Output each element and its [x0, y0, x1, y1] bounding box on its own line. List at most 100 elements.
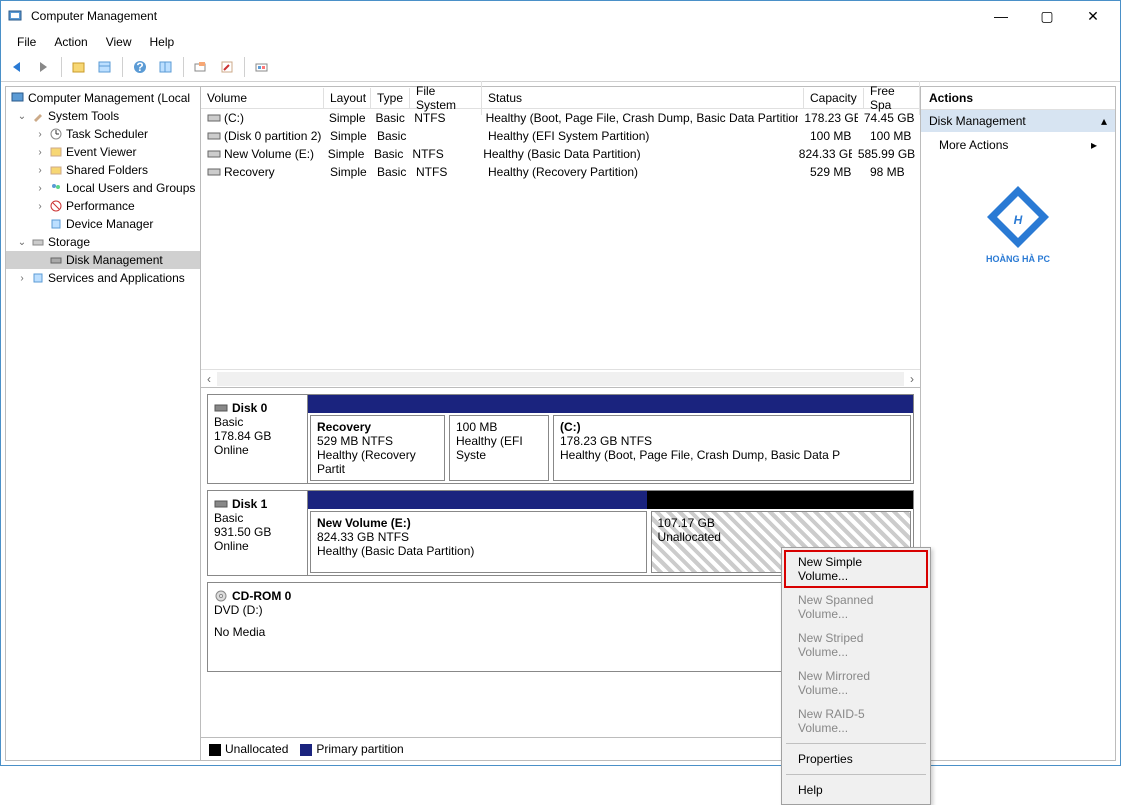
tree-disk-management[interactable]: Disk Management [6, 251, 200, 269]
ctx-new-mirrored-volume[interactable]: New Mirrored Volume... [784, 664, 928, 702]
tree-task-scheduler[interactable]: ›Task Scheduler [6, 125, 200, 143]
cell-value: Simple [324, 128, 371, 144]
table-header: Volume Layout Type File System Status Ca… [201, 87, 920, 109]
expand-icon[interactable]: › [34, 165, 46, 176]
tree-local-users[interactable]: ›Local Users and Groups [6, 179, 200, 197]
collapse-icon[interactable]: ⌄ [16, 111, 28, 122]
disk-name: Disk 0 [232, 401, 267, 415]
disk-name: CD-ROM 0 [232, 589, 291, 603]
scroll-right-icon[interactable]: › [904, 372, 920, 386]
cell-value [410, 135, 482, 137]
menu-help[interactable]: Help [142, 33, 183, 51]
legend-unallocated: Unallocated [209, 742, 288, 756]
cell-value: Basic [371, 128, 410, 144]
app-icon [7, 8, 23, 24]
more-actions[interactable]: More Actions ▸ [921, 132, 1115, 158]
part-size: 824.33 GB NTFS [317, 530, 640, 544]
storage-icon [30, 234, 46, 250]
cell-value: 100 MB [804, 128, 864, 144]
context-separator [786, 774, 926, 775]
refresh-button[interactable] [190, 56, 212, 78]
window-controls: — ▢ ✕ [978, 1, 1116, 31]
cdrom-icon [214, 589, 228, 603]
partition-stripe [308, 491, 913, 509]
tree-device-manager[interactable]: Device Manager [6, 215, 200, 233]
menu-file[interactable]: File [9, 33, 44, 51]
part-size: 178.23 GB NTFS [560, 434, 904, 448]
ctx-properties[interactable]: Properties [784, 747, 928, 771]
menu-view[interactable]: View [98, 33, 140, 51]
tree-root[interactable]: Computer Management (Local [6, 89, 200, 107]
ctx-new-raid5-volume[interactable]: New RAID-5 Volume... [784, 702, 928, 740]
menu-action[interactable]: Action [46, 33, 95, 51]
partition-recovery[interactable]: Recovery 529 MB NTFS Healthy (Recovery P… [310, 415, 445, 481]
expand-icon[interactable]: › [34, 201, 46, 212]
tree-label: Performance [66, 199, 135, 213]
ctx-new-striped-volume[interactable]: New Striped Volume... [784, 626, 928, 664]
tree-shared-folders[interactable]: ›Shared Folders [6, 161, 200, 179]
back-button[interactable] [7, 56, 29, 78]
partition-e[interactable]: New Volume (E:) 824.33 GB NTFS Healthy (… [310, 511, 647, 573]
table-row[interactable]: (C:) Simple Basic NTFS Healthy (Boot, Pa… [201, 109, 920, 127]
cell-value: Healthy (Recovery Partition) [482, 164, 804, 180]
disk-info[interactable]: Disk 1 Basic 931.50 GB Online [208, 491, 308, 575]
minimize-button[interactable]: — [978, 1, 1024, 31]
tree-services[interactable]: › Services and Applications [6, 269, 200, 287]
properties-button[interactable] [216, 56, 238, 78]
services-icon [30, 270, 46, 286]
forward-button[interactable] [33, 56, 55, 78]
part-status: Healthy (Recovery Partit [317, 448, 438, 476]
ctx-new-simple-volume[interactable]: New Simple Volume... [784, 550, 928, 588]
table-body: (C:) Simple Basic NTFS Healthy (Boot, Pa… [201, 109, 920, 369]
part-size: 529 MB NTFS [317, 434, 438, 448]
view-button[interactable] [94, 56, 116, 78]
scroll-track[interactable] [217, 372, 904, 386]
expand-icon[interactable]: › [34, 129, 46, 140]
actions-section[interactable]: Disk Management ▴ [921, 110, 1115, 132]
expand-icon[interactable]: › [34, 147, 46, 158]
partition-efi[interactable]: 100 MB Healthy (EFI Syste [449, 415, 549, 481]
horizontal-scrollbar[interactable]: ‹ › [201, 369, 920, 387]
ctx-new-spanned-volume[interactable]: New Spanned Volume... [784, 588, 928, 626]
tree-storage[interactable]: ⌄Storage [6, 233, 200, 251]
disk-info[interactable]: Disk 0 Basic 178.84 GB Online [208, 395, 308, 483]
volume-icon [207, 113, 221, 123]
disk-0-block: Disk 0 Basic 178.84 GB Online Recovery 5… [207, 394, 914, 484]
toolbar: ? [1, 53, 1120, 82]
collapse-icon[interactable]: ⌄ [16, 237, 28, 248]
volume-icon [207, 131, 221, 141]
list-button[interactable] [155, 56, 177, 78]
close-button[interactable]: ✕ [1070, 1, 1116, 31]
cell-value: Basic [371, 164, 410, 180]
up-button[interactable] [68, 56, 90, 78]
cell-value: New Volume (E:) [224, 147, 314, 161]
tree-label: System Tools [48, 109, 119, 123]
tree-label: Services and Applications [48, 271, 185, 285]
help-button[interactable]: ? [129, 56, 151, 78]
settings-button[interactable] [251, 56, 273, 78]
ctx-help[interactable]: Help [784, 778, 928, 802]
table-row[interactable]: (Disk 0 partition 2) Simple Basic Health… [201, 127, 920, 145]
maximize-button[interactable]: ▢ [1024, 1, 1070, 31]
col-volume[interactable]: Volume [201, 88, 324, 108]
disk-state: Online [214, 539, 301, 553]
cell-value: Simple [323, 110, 370, 126]
tree-system-tools[interactable]: ⌄ System Tools [6, 107, 200, 125]
tree-event-viewer[interactable]: ›Event Viewer [6, 143, 200, 161]
scroll-left-icon[interactable]: ‹ [201, 372, 217, 386]
col-status[interactable]: Status [482, 88, 804, 108]
expand-icon[interactable]: › [34, 183, 46, 194]
expand-icon[interactable]: › [16, 273, 28, 284]
partition-c[interactable]: (C:) 178.23 GB NTFS Healthy (Boot, Page … [553, 415, 911, 481]
cell-value: Healthy (Basic Data Partition) [477, 146, 793, 162]
col-capacity[interactable]: Capacity [804, 88, 864, 108]
disk-icon [214, 499, 228, 509]
cell-value: Simple [322, 146, 368, 162]
table-row[interactable]: Recovery Simple Basic NTFS Healthy (Reco… [201, 163, 920, 181]
table-row[interactable]: New Volume (E:) Simple Basic NTFS Health… [201, 145, 920, 163]
tree-performance[interactable]: › Performance [6, 197, 200, 215]
cell-value: Healthy (Boot, Page File, Crash Dump, Ba… [480, 110, 799, 126]
col-layout[interactable]: Layout [324, 88, 371, 108]
col-type[interactable]: Type [371, 88, 410, 108]
collapse-icon: ▴ [1101, 114, 1107, 128]
